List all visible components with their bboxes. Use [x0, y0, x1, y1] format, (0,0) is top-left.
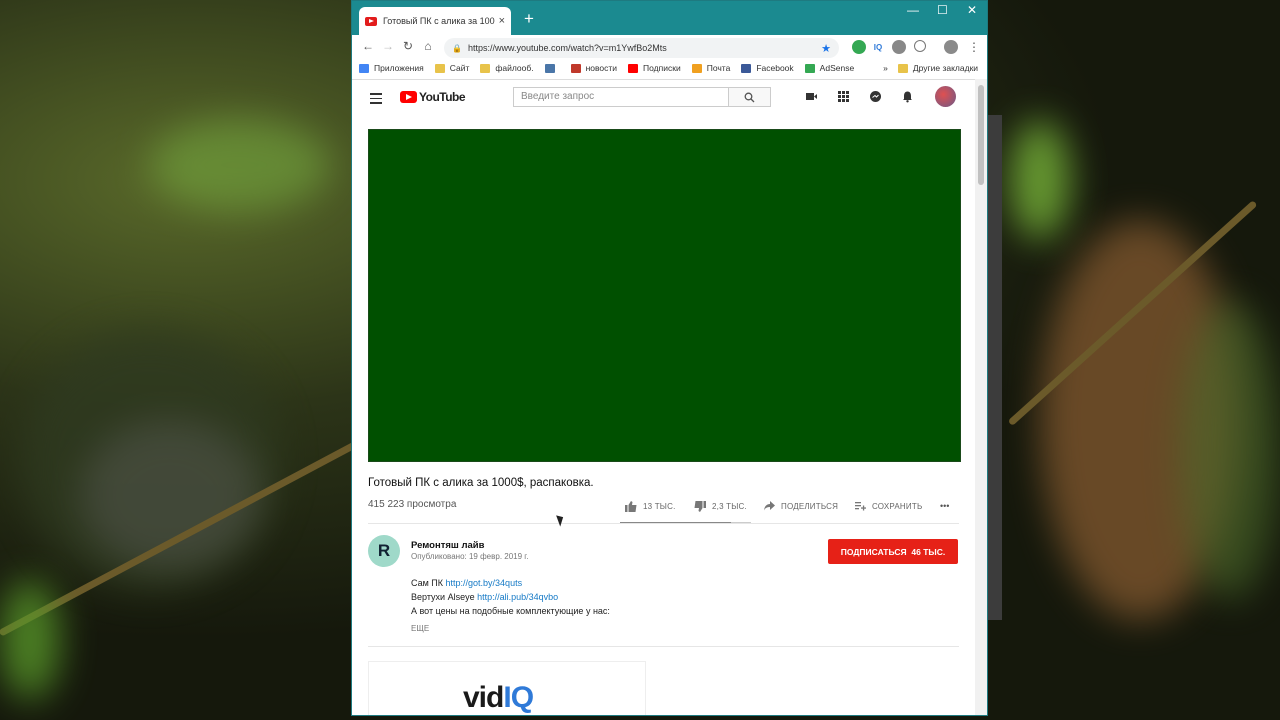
share-arrow-icon: [764, 501, 775, 511]
notifications-bell-icon[interactable]: [901, 90, 914, 103]
bookmark-item[interactable]: Приложения: [359, 63, 424, 73]
scrollbar-thumb[interactable]: [978, 85, 984, 185]
publish-date: Опубликовано: 19 февр. 2019 г.: [411, 552, 529, 561]
bookmark-item[interactable]: AdSense: [804, 63, 854, 73]
divider: [368, 523, 959, 524]
lock-icon: 🔒: [452, 43, 462, 53]
description-line: Вертухи Alseye http://ali.pub/34qvbo: [411, 592, 559, 602]
browser-titlebar: Готовый ПК с алика за 1000$, р × + — ☐ ✕: [352, 1, 987, 35]
hamburger-menu-icon[interactable]: [370, 93, 382, 107]
bookmarks-overflow-button[interactable]: »: [883, 63, 888, 73]
youtube-icon: [628, 63, 639, 73]
playlist-add-icon: [855, 502, 866, 511]
facebook-icon: [741, 63, 752, 73]
folder-icon: [897, 63, 908, 73]
adsense-icon: [804, 63, 815, 73]
extension-icon[interactable]: [892, 40, 906, 54]
thumbs-down-icon: [694, 501, 706, 512]
profile-avatar[interactable]: [944, 40, 958, 54]
search-icon: [744, 92, 755, 102]
other-bookmarks-folder[interactable]: Другие закладки: [897, 63, 978, 73]
minimize-button[interactable]: —: [907, 3, 919, 17]
browser-window: Готовый ПК с алика за 1000$, р × + — ☐ ✕…: [351, 0, 988, 716]
youtube-logo[interactable]: YouTube: [400, 90, 466, 104]
tab-close-icon[interactable]: ×: [499, 15, 505, 27]
more-actions-button[interactable]: •••: [940, 501, 949, 511]
channel-name[interactable]: Ремонтяш лайв: [411, 540, 484, 551]
show-more-button[interactable]: ЕЩЕ: [411, 624, 429, 633]
create-video-icon[interactable]: [805, 90, 818, 103]
bookmark-star-icon[interactable]: ★: [821, 42, 831, 55]
back-button[interactable]: ←: [358, 39, 378, 53]
background-window-edge: [988, 115, 1002, 620]
youtube-favicon-icon: [365, 16, 377, 26]
bookmark-item[interactable]: Facebook: [741, 63, 794, 73]
bookmark-item[interactable]: новости: [570, 63, 617, 73]
home-button[interactable]: ⌂: [418, 39, 438, 53]
view-count: 415 223 просмотра: [368, 499, 457, 510]
subscribe-label: ПОДПИСАТЬСЯ: [840, 546, 907, 557]
extension-shield-icon[interactable]: [852, 40, 866, 54]
share-button[interactable]: ПОДЕЛИТЬСЯ: [764, 501, 838, 511]
url-text: https://www.youtube.com/watch?v=m1YwfBo2…: [467, 43, 667, 53]
video-player[interactable]: [368, 129, 961, 462]
bookmark-item-vk[interactable]: [544, 63, 560, 73]
bookmark-item[interactable]: Почта: [691, 63, 730, 73]
news-icon: [570, 63, 581, 73]
save-button[interactable]: СОХРАНИТЬ: [855, 501, 922, 511]
browser-toolbar: ← → ↻ ⌂ 🔒 https://www.youtube.com/watch?…: [352, 35, 987, 58]
maximize-button[interactable]: ☐: [937, 3, 948, 17]
search-button[interactable]: [728, 87, 771, 107]
channel-avatar[interactable]: R: [368, 535, 400, 567]
page-scrollbar[interactable]: [975, 79, 987, 715]
mail-icon: [691, 63, 702, 73]
apps-grid-icon: [359, 63, 369, 73]
dislike-button[interactable]: 2,3 ТЫС.: [694, 501, 747, 512]
bookmark-item[interactable]: файлооб.: [480, 63, 534, 73]
divider: [368, 646, 959, 647]
subscriber-count: 46 ТЫС.: [911, 546, 946, 557]
tab-title: Готовый ПК с алика за 1000$, р: [383, 16, 495, 26]
youtube-header: YouTube Введите запрос: [352, 80, 987, 118]
description-line: Сам ПК http://got.by/34quts: [411, 578, 523, 588]
vidiq-logo: vidIQ: [463, 681, 534, 714]
user-avatar[interactable]: [935, 86, 956, 107]
browser-tab[interactable]: Готовый ПК с алика за 1000$, р ×: [359, 7, 511, 35]
like-button[interactable]: 13 ТЫС.: [625, 501, 676, 512]
thumbs-up-icon: [625, 501, 637, 512]
forward-button[interactable]: →: [378, 39, 398, 53]
search-input[interactable]: Введите запрос: [513, 87, 729, 107]
description-link[interactable]: http://ali.pub/34qvbo: [477, 592, 558, 602]
video-title: Готовый ПК с алика за 1000$, распаковка.: [368, 477, 594, 489]
bookmark-item[interactable]: Подписки: [628, 63, 681, 73]
reload-button[interactable]: ↻: [398, 39, 418, 53]
subscribe-button[interactable]: ПОДПИСАТЬСЯ 46 ТЫС.: [828, 539, 958, 564]
description-link[interactable]: http://got.by/34quts: [446, 578, 523, 588]
youtube-play-icon: [400, 91, 417, 103]
vidiq-extension-icon[interactable]: IQ: [871, 40, 885, 54]
browser-menu-icon[interactable]: ⋮: [967, 40, 981, 54]
folder-icon: [434, 63, 445, 73]
adblock-shield-icon[interactable]: [914, 40, 926, 52]
youtube-wordmark: YouTube: [419, 90, 466, 104]
vk-icon: [544, 63, 555, 73]
bookmark-item[interactable]: Сайт: [434, 63, 469, 73]
new-tab-button[interactable]: +: [524, 9, 534, 29]
close-window-button[interactable]: ✕: [967, 3, 977, 17]
bookmarks-bar: Приложения Сайт файлооб. новости Подписк…: [352, 57, 987, 80]
folder-icon: [480, 63, 491, 73]
description-line: А вот цены на подобные комплектующие у н…: [411, 606, 610, 616]
address-bar[interactable]: 🔒 https://www.youtube.com/watch?v=m1YwfB…: [444, 38, 839, 58]
messages-icon[interactable]: [869, 90, 882, 103]
apps-grid-icon[interactable]: [837, 90, 850, 103]
